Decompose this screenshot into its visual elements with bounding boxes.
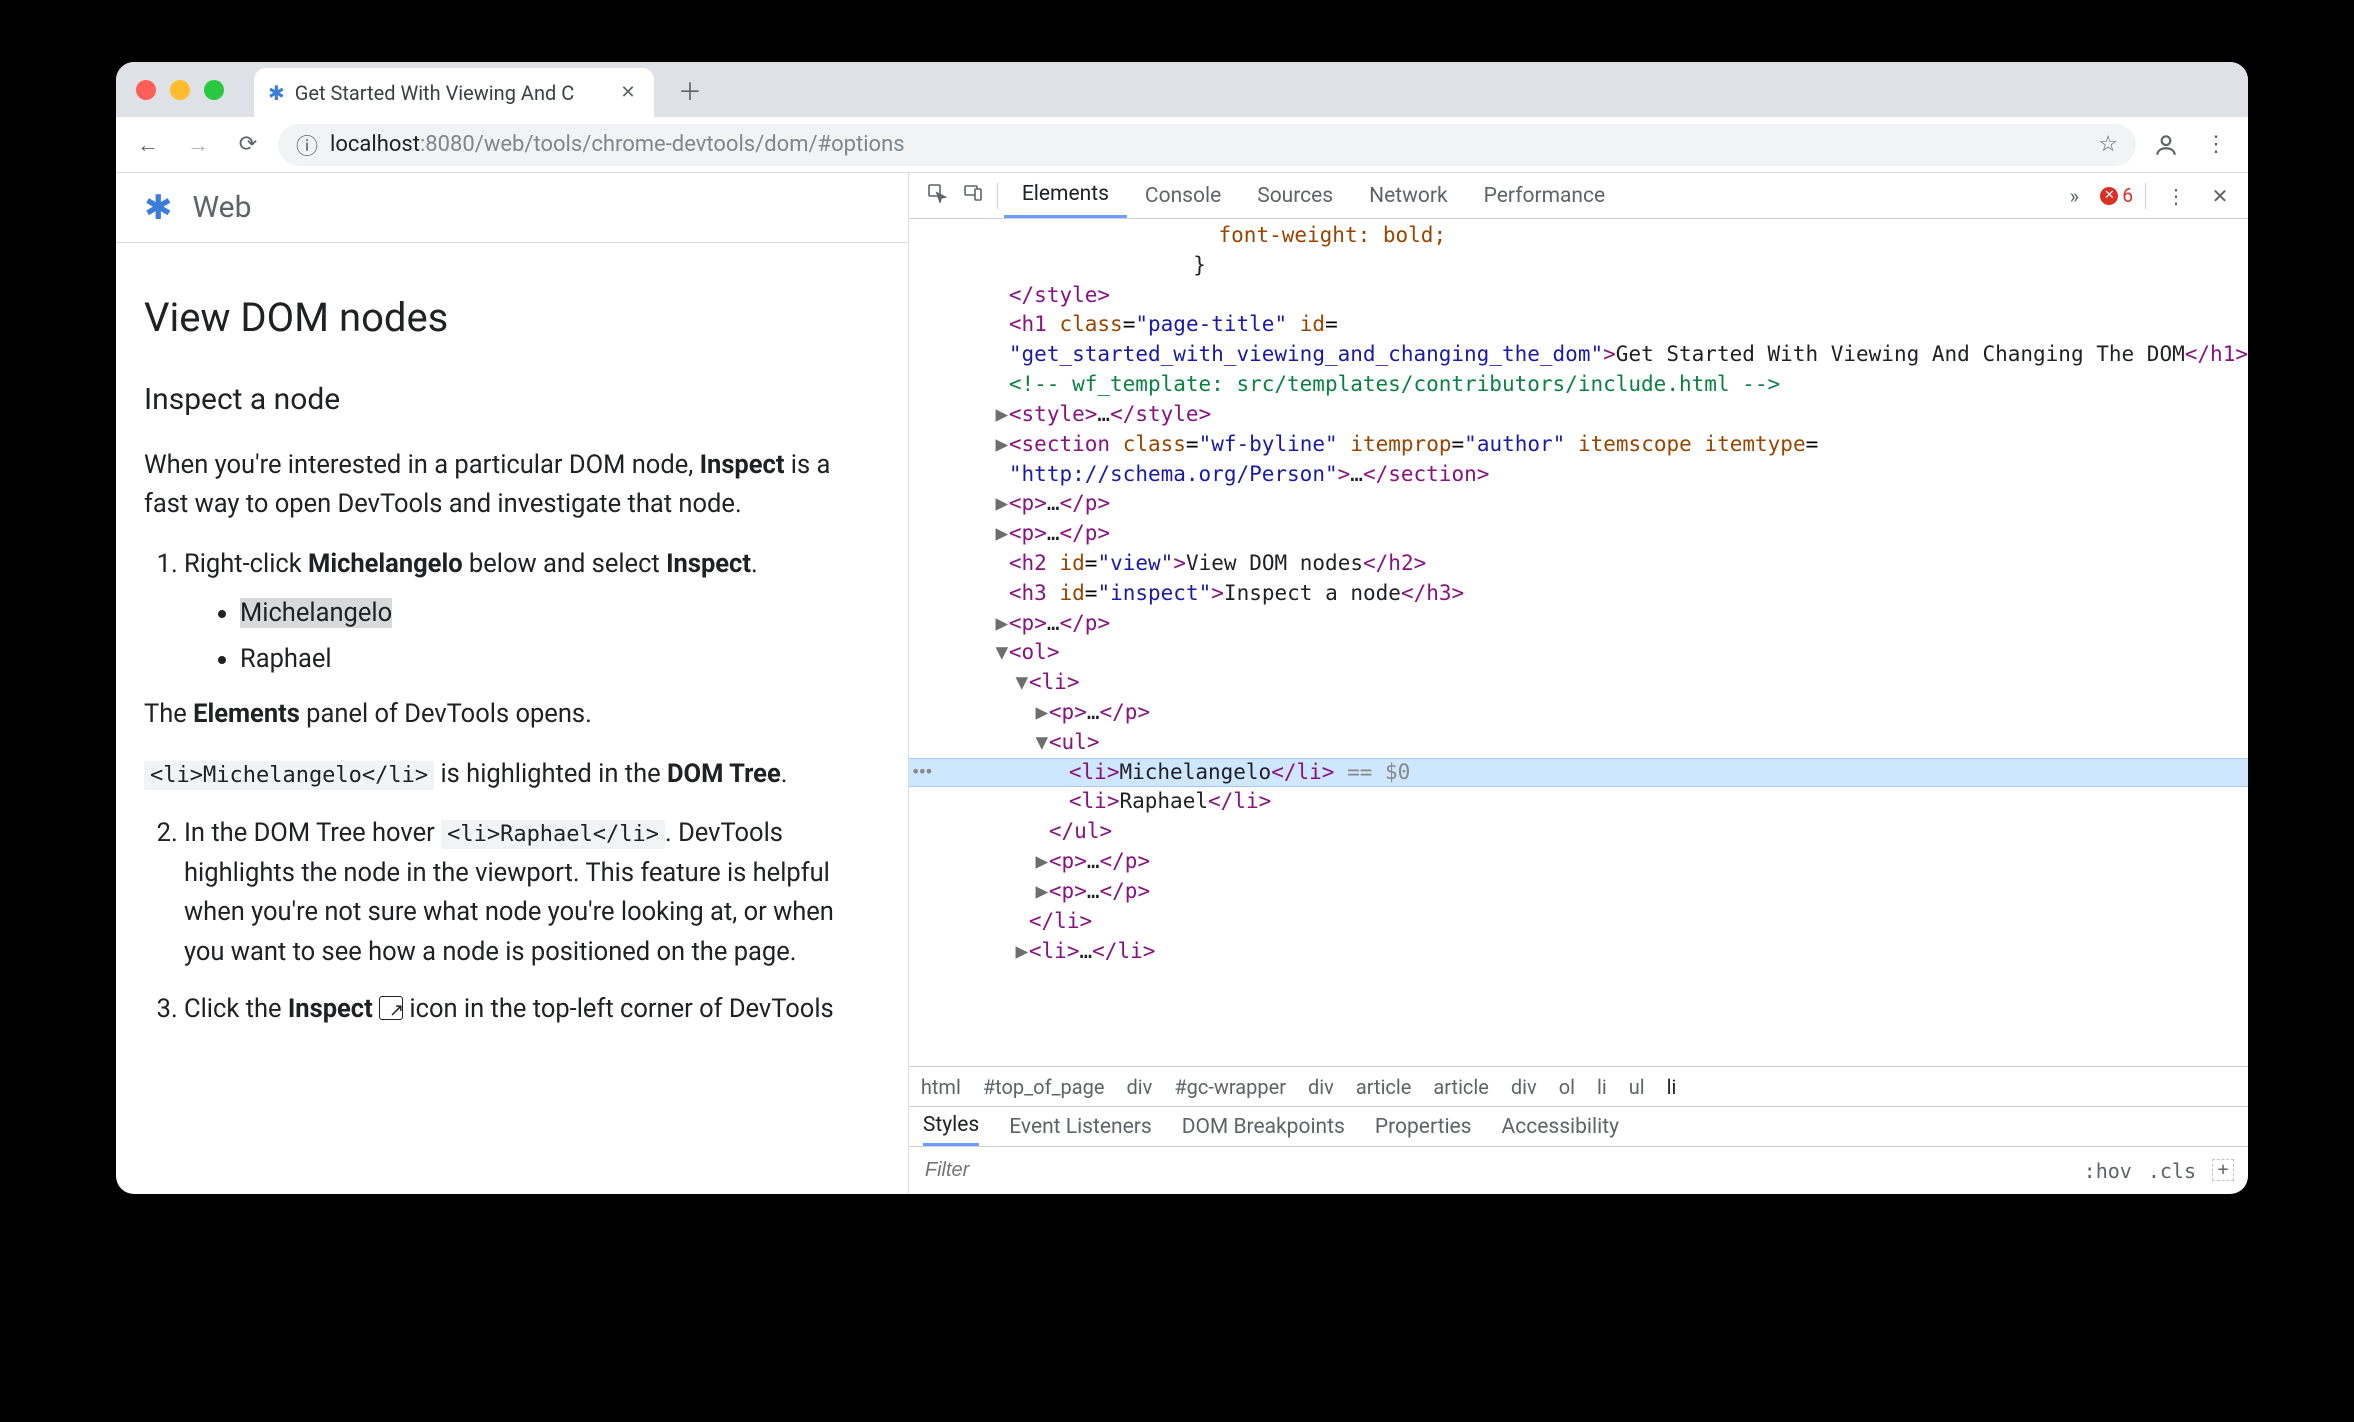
styles-filter-bar: :hov .cls + bbox=[909, 1146, 2248, 1194]
tab-title: Get Started With Viewing And C bbox=[295, 81, 606, 105]
devtools-tabbar: Elements Console Sources Network Perform… bbox=[909, 173, 2248, 219]
tab-network[interactable]: Network bbox=[1351, 173, 1466, 218]
browser-window: ✱ Get Started With Viewing And C ✕ ＋ ← →… bbox=[116, 62, 2248, 1194]
site-info-icon[interactable]: ⓘ bbox=[296, 129, 318, 161]
url-text: localhost:8080/web/tools/chrome-devtools… bbox=[330, 132, 905, 157]
profile-icon[interactable] bbox=[2146, 125, 2186, 165]
step-1-note-b: <li>Michelangelo</li> is highlighted in … bbox=[144, 755, 880, 795]
maximize-window-button[interactable] bbox=[204, 80, 224, 100]
reload-button[interactable]: ⟳ bbox=[228, 125, 268, 165]
article-body: View DOM nodes Inspect a node When you'r… bbox=[116, 243, 908, 1030]
crumb[interactable]: article bbox=[1356, 1075, 1412, 1099]
address-bar[interactable]: ⓘ localhost:8080/web/tools/chrome-devtoo… bbox=[278, 124, 2136, 166]
breadcrumb[interactable]: html #top_of_page div #gc-wrapper div ar… bbox=[909, 1066, 2248, 1106]
step-2: In the DOM Tree hover <li>Raphael</li>. … bbox=[184, 814, 880, 972]
hov-toggle[interactable]: :hov bbox=[2084, 1159, 2132, 1183]
browser-toolbar: ← → ⟳ ⓘ localhost:8080/web/tools/chrome-… bbox=[116, 117, 2248, 173]
rendered-page: ✱ Web View DOM nodes Inspect a node When… bbox=[116, 173, 909, 1194]
list-item-michelangelo[interactable]: Michelangelo bbox=[240, 594, 880, 634]
devtools-menu-button[interactable]: ⋮ bbox=[2158, 184, 2194, 208]
window-controls bbox=[136, 80, 224, 100]
error-badge[interactable]: ✕6 bbox=[2100, 184, 2133, 207]
close-window-button[interactable] bbox=[136, 80, 156, 100]
forward-button[interactable]: → bbox=[178, 125, 218, 165]
inspect-icon bbox=[379, 996, 403, 1020]
crumb[interactable]: div bbox=[1308, 1075, 1334, 1099]
subtab-accessibility[interactable]: Accessibility bbox=[1502, 1107, 1620, 1146]
step-1-note-a: The Elements panel of DevTools opens. bbox=[144, 695, 880, 735]
content-area: ✱ Web View DOM nodes Inspect a node When… bbox=[116, 173, 2248, 1194]
inspect-element-button[interactable] bbox=[919, 183, 955, 208]
section-heading: View DOM nodes bbox=[144, 287, 880, 349]
star-icon[interactable]: ☆ bbox=[2098, 132, 2118, 157]
site-logo-icon: ✱ bbox=[144, 188, 173, 228]
cls-toggle[interactable]: .cls bbox=[2148, 1159, 2196, 1183]
example-list: Michelangelo Raphael bbox=[184, 594, 880, 679]
crumb[interactable]: li bbox=[1667, 1075, 1677, 1099]
devtools-panel: Elements Console Sources Network Perform… bbox=[909, 173, 2248, 1194]
tab-performance[interactable]: Performance bbox=[1466, 173, 1623, 218]
list-item-raphael[interactable]: Raphael bbox=[240, 640, 880, 680]
crumb[interactable]: ul bbox=[1629, 1075, 1645, 1099]
crumb[interactable]: #top_of_page bbox=[983, 1075, 1105, 1099]
tab-strip: ✱ Get Started With Viewing And C ✕ ＋ bbox=[116, 62, 2248, 117]
new-style-rule-button[interactable]: + bbox=[2212, 1159, 2234, 1181]
tab-console[interactable]: Console bbox=[1127, 173, 1239, 218]
selected-dom-node[interactable]: <li>Michelangelo</li> == $0 bbox=[909, 758, 2248, 788]
step-3: Click the Inspect icon in the top-left c… bbox=[184, 990, 880, 1030]
more-tabs-button[interactable]: » bbox=[2056, 184, 2092, 208]
site-title: Web bbox=[193, 190, 252, 225]
step-1: Right-click Michelangelo below and selec… bbox=[184, 545, 880, 795]
code-snippet: <li>Raphael</li> bbox=[441, 820, 665, 849]
menu-icon[interactable]: ⋮ bbox=[2196, 125, 2236, 165]
crumb[interactable]: li bbox=[1597, 1075, 1607, 1099]
devtools-close-button[interactable]: ✕ bbox=[2202, 184, 2238, 208]
instruction-list: Right-click Michelangelo below and selec… bbox=[144, 545, 880, 1030]
crumb[interactable]: article bbox=[1433, 1075, 1489, 1099]
crumb[interactable]: div bbox=[1511, 1075, 1537, 1099]
code-snippet: <li>Michelangelo</li> bbox=[144, 761, 434, 790]
subsection-heading: Inspect a node bbox=[144, 377, 880, 424]
subtab-properties[interactable]: Properties bbox=[1375, 1107, 1472, 1146]
subtab-dom-breakpoints[interactable]: DOM Breakpoints bbox=[1182, 1107, 1345, 1146]
close-tab-button[interactable]: ✕ bbox=[616, 82, 640, 103]
back-button[interactable]: ← bbox=[128, 125, 168, 165]
filter-input[interactable] bbox=[923, 1158, 1143, 1183]
crumb[interactable]: html bbox=[921, 1075, 961, 1099]
crumb[interactable]: ol bbox=[1559, 1075, 1575, 1099]
new-tab-button[interactable]: ＋ bbox=[678, 72, 702, 107]
dom-tree[interactable]: font-weight: bold; } </style> <h1 class=… bbox=[909, 219, 2248, 1066]
intro-paragraph: When you're interested in a particular D… bbox=[144, 446, 880, 525]
tab-sources[interactable]: Sources bbox=[1239, 173, 1351, 218]
subtab-styles[interactable]: Styles bbox=[923, 1107, 979, 1146]
crumb[interactable]: div bbox=[1127, 1075, 1153, 1099]
page-header: ✱ Web bbox=[116, 173, 908, 243]
tab-elements[interactable]: Elements bbox=[1004, 173, 1127, 218]
browser-tab[interactable]: ✱ Get Started With Viewing And C ✕ bbox=[254, 68, 654, 118]
subtab-event-listeners[interactable]: Event Listeners bbox=[1009, 1107, 1151, 1146]
styles-tabbar: Styles Event Listeners DOM Breakpoints P… bbox=[909, 1106, 2248, 1146]
device-toggle-button[interactable] bbox=[955, 183, 991, 208]
minimize-window-button[interactable] bbox=[170, 80, 190, 100]
crumb[interactable]: #gc-wrapper bbox=[1174, 1075, 1286, 1099]
tab-favicon-icon: ✱ bbox=[268, 81, 285, 105]
